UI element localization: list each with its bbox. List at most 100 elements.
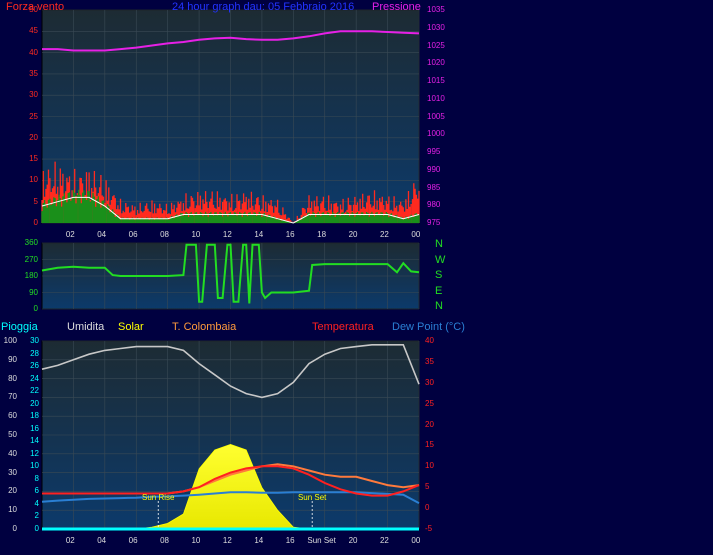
x-tick-label: 20 (348, 230, 358, 239)
rain-tick-label: 6 (34, 486, 39, 496)
humidity-tick-label: 90 (8, 354, 17, 364)
humidity-tick-label: 50 (8, 430, 17, 439)
humidity-tick-label: 20 (8, 486, 17, 496)
wind-tick-label: 20 (29, 132, 38, 142)
temp-tick-label: 25 (425, 398, 434, 408)
x-tick-label: 04 (97, 536, 107, 545)
compass-label: N (435, 300, 443, 312)
x-tick-label: 06 (128, 230, 138, 239)
wind-tick-label: 45 (29, 26, 38, 36)
sun-set-label: Sun Set (297, 493, 327, 502)
pressure-tick-label: 990 (427, 164, 441, 174)
x-tick-label: 22 (379, 230, 389, 239)
x-tick-label: 00 (411, 536, 421, 545)
legend-solar: Solar (118, 321, 144, 333)
x-tick-label: 12 (222, 230, 232, 239)
pressure-tick-label: 975 (427, 218, 441, 227)
humidity-tick-label: 80 (8, 373, 17, 383)
compass-label: S (435, 269, 443, 281)
legend-dew-point: Dew Point (°C) (392, 321, 465, 333)
x-tick-label: 10 (191, 230, 201, 239)
humidity-tick-label: 30 (8, 467, 17, 477)
direction-tick-label: 270 (24, 254, 38, 264)
wind-tick-label: 10 (29, 175, 38, 185)
legend-apparent: T. Colombaia (172, 321, 237, 333)
rain-tick-label: 8 (34, 473, 39, 483)
x-tick-label: 16 (285, 230, 295, 239)
rain-tick-label: 28 (30, 348, 39, 358)
temp-tick-label: 10 (425, 461, 434, 471)
humidity-tick-label: 100 (3, 336, 17, 345)
rain-tick-label: 22 (30, 386, 39, 396)
temp-tick-label: 5 (425, 482, 430, 492)
pressure-tick-label: 1015 (427, 76, 445, 85)
x-tick-label: 02 (65, 230, 75, 239)
direction-tick-label: 180 (24, 271, 38, 280)
legend-temperature: Temperatura (312, 321, 374, 333)
x-tick-label: 00 (411, 230, 421, 239)
rain-tick-label: 20 (30, 398, 39, 408)
x-tick-label: 08 (160, 536, 169, 545)
x-tick-label: 06 (128, 536, 138, 545)
wind-tick-label: 40 (29, 47, 38, 57)
temp-tick-label: 20 (425, 419, 434, 429)
pressure-tick-label: 980 (427, 200, 441, 210)
x-tick-label: Sun Set (307, 536, 336, 545)
rain-tick-label: 16 (30, 423, 39, 433)
x-tick-label: 12 (222, 536, 232, 545)
humidity-tick-label: 0 (12, 524, 17, 533)
wind-tick-label: 15 (29, 154, 38, 164)
sun-rise-label: Sun Rise (142, 493, 175, 502)
x-tick-label: 14 (254, 230, 264, 239)
rain-tick-label: 26 (30, 361, 39, 371)
pressure-tick-label: 985 (427, 182, 441, 192)
x-tick-label: 08 (160, 230, 169, 239)
humidity-tick-label: 40 (8, 448, 17, 458)
direction-tick-label: 90 (29, 287, 38, 297)
rain-tick-label: 12 (30, 448, 39, 458)
pressure-tick-label: 1030 (427, 22, 445, 32)
wind-tick-label: 50 (29, 5, 38, 14)
compass-label: N (435, 238, 443, 250)
x-tick-label: 14 (254, 536, 264, 545)
rain-tick-label: 18 (30, 411, 39, 421)
temp-tick-label: 30 (425, 377, 434, 387)
x-tick-label: 16 (285, 536, 295, 545)
pressure-tick-label: 1020 (427, 58, 445, 68)
x-tick-label: 22 (379, 536, 389, 545)
humidity-tick-label: 60 (8, 411, 17, 421)
pressure-tick-label: 1005 (427, 111, 445, 121)
pressure-tick-label: 1010 (427, 93, 445, 103)
pressure-tick-label: 1025 (427, 40, 445, 50)
rain-tick-label: 0 (34, 524, 39, 533)
humidity-tick-label: 70 (8, 392, 17, 402)
wind-tick-label: 25 (29, 111, 38, 121)
x-tick-label: 10 (191, 536, 201, 545)
x-tick-label: 04 (97, 230, 107, 239)
x-tick-label: 02 (65, 536, 75, 545)
temp-tick-label: -5 (425, 524, 433, 533)
weather-charts (41, 9, 420, 531)
compass-label: E (435, 284, 443, 297)
x-tick-label: 20 (348, 536, 358, 545)
wind-tick-label: 30 (29, 90, 38, 100)
wind-tick-label: 35 (29, 68, 38, 78)
rain-tick-label: 4 (34, 498, 39, 508)
direction-tick-label: 0 (33, 304, 38, 313)
pressure-tick-label: 1000 (427, 129, 445, 139)
temp-tick-label: 40 (425, 336, 434, 345)
rain-tick-label: 24 (30, 373, 39, 383)
wind-tick-label: 0 (33, 218, 38, 227)
legend-rain: Pioggia (1, 321, 38, 333)
pressure-axis-title: Pressione (372, 1, 421, 13)
legend-humidity: Umidita (67, 321, 105, 333)
pressure-tick-label: 995 (427, 147, 441, 156)
temp-tick-label: 35 (425, 356, 434, 366)
humidity-tick-label: 10 (8, 505, 17, 515)
rain-tick-label: 30 (30, 336, 39, 345)
compass-label: W (435, 253, 446, 266)
rain-tick-label: 2 (34, 511, 39, 521)
rain-tick-label: 14 (30, 436, 39, 446)
rain-tick-label: 10 (30, 461, 39, 471)
temp-tick-label: 15 (425, 440, 434, 450)
